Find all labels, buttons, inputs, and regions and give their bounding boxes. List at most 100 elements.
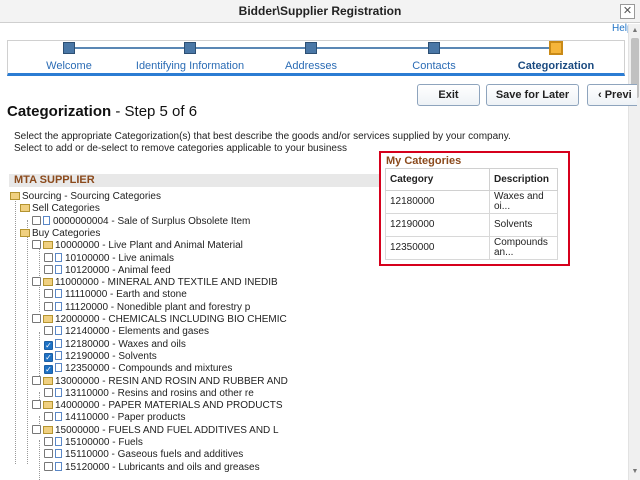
column-header-description: Description <box>489 168 558 191</box>
step-welcome[interactable]: Welcome <box>46 60 92 72</box>
tree-item-label: 10120000 - Animal feed <box>65 264 171 276</box>
previous-button[interactable]: ‹ Previ <box>587 84 637 106</box>
step-addresses[interactable]: Addresses <box>285 60 337 72</box>
checkbox[interactable] <box>32 424 41 434</box>
instruction-line-1: Select the appropriate Categorization(s)… <box>14 131 511 142</box>
tree-item[interactable]: 11000000 - MINERAL AND TEXTILE AND INEDI… <box>32 277 278 289</box>
folder-icon <box>43 376 53 385</box>
tree-item[interactable]: 10120000 - Animal feed <box>44 264 171 277</box>
tree-item[interactable]: Sourcing - Sourcing Categories <box>10 191 161 203</box>
category-description: Compounds an... <box>489 236 558 260</box>
document-icon <box>55 350 62 360</box>
tree-item[interactable]: 12000000 - CHEMICALS INCLUDING BIO CHEMI… <box>32 314 287 326</box>
my-categories-table: Category Description 12180000 Waxes and … <box>385 168 558 260</box>
tree-item-label: 12000000 - CHEMICALS INCLUDING BIO CHEMI… <box>55 314 287 325</box>
step-node-identifying-information[interactable] <box>184 42 196 54</box>
checkbox[interactable] <box>44 301 53 311</box>
tree-item[interactable]: 15100000 - Fuels <box>44 437 143 449</box>
tree-item[interactable]: Sell Categories <box>20 203 100 215</box>
step-node-contacts[interactable] <box>428 42 440 54</box>
tree-item[interactable]: 12140000 - Elements and gases <box>44 326 209 338</box>
tree-item[interactable]: 11120000 - Nonedible plant and forestry … <box>44 301 250 314</box>
tree-item-label: 15120000 - Lubricants and oils and greas… <box>65 461 260 473</box>
step-identifying-information[interactable]: Identifying Information <box>136 60 244 72</box>
step-node-categorization <box>549 41 563 55</box>
document-icon <box>43 215 50 225</box>
checkbox[interactable] <box>32 314 41 323</box>
folder-icon <box>43 315 53 323</box>
checkbox[interactable] <box>32 277 41 287</box>
category-description: Solvents <box>489 213 558 237</box>
tree-guide-line <box>39 248 40 276</box>
tree-guide-line <box>39 440 40 480</box>
tree-item[interactable]: 10100000 - Live animals <box>44 252 174 265</box>
checkbox[interactable] <box>32 375 41 385</box>
scroll-down-icon[interactable]: ▼ <box>629 466 640 478</box>
checkbox[interactable] <box>32 240 41 250</box>
tree-item[interactable]: 15000000 - FUELS AND FUEL ADDITIVES AND … <box>32 424 279 437</box>
checkbox[interactable] <box>44 437 53 446</box>
checkbox[interactable] <box>44 289 53 299</box>
save-for-later-button[interactable]: Save for Later <box>486 84 579 106</box>
tree-item[interactable]: 15120000 - Lubricants and oils and greas… <box>44 461 260 474</box>
checkbox-checked[interactable]: ✓ <box>44 352 53 362</box>
step-train: Welcome Identifying Information Addresse… <box>7 40 625 76</box>
step-categorization: Categorization <box>517 60 595 72</box>
tree-item[interactable]: ✓ 12350000 - Compounds and mixtures <box>44 363 232 375</box>
tree-guide-line <box>27 220 28 464</box>
tree-item[interactable]: 13000000 - RESIN AND ROSIN AND RUBBER AN… <box>32 375 288 388</box>
folder-icon <box>43 401 53 410</box>
tree-item-label: 10100000 - Live animals <box>65 252 174 264</box>
exit-button[interactable]: Exit <box>417 84 480 106</box>
document-icon <box>55 301 62 311</box>
checkbox[interactable] <box>44 326 53 336</box>
tree-item[interactable]: ✓ 12190000 - Solvents <box>44 350 157 363</box>
tree-item[interactable]: 11110000 - Earth and stone <box>44 289 187 301</box>
step-node-welcome[interactable] <box>63 42 75 54</box>
tree-item-label: 15110000 - Gaseous fuels and additives <box>65 449 244 461</box>
window-title: Bidder\Supplier Registration <box>238 4 402 18</box>
checkbox[interactable] <box>44 387 53 397</box>
tree-item-label: 10000000 - Live Plant and Animal Materia… <box>55 240 243 252</box>
checkbox[interactable] <box>44 412 53 422</box>
tree-item-label: 13110000 - Resins and rosins and other r… <box>65 387 254 399</box>
tree-item-label: 12190000 - Solvents <box>65 350 157 362</box>
tree-item[interactable]: 15110000 - Gaseous fuels and additives <box>44 449 243 461</box>
category-tree: Sourcing - Sourcing Categories Sell Categ… <box>0 190 380 480</box>
step-node-addresses[interactable] <box>305 42 317 54</box>
document-icon <box>55 289 62 299</box>
checkbox[interactable] <box>32 215 41 225</box>
checkbox-checked[interactable]: ✓ <box>44 365 53 375</box>
checkbox[interactable] <box>44 449 53 459</box>
tree-item[interactable]: 10000000 - Live Plant and Animal Materia… <box>32 240 243 252</box>
tree-item[interactable]: ✓ 12180000 - Waxes and oils <box>44 338 186 351</box>
scroll-up-icon[interactable]: ▲ <box>629 25 640 37</box>
close-icon[interactable]: ✕ <box>620 4 635 19</box>
tree-item-label: 12350000 - Compounds and mixtures <box>65 363 233 375</box>
category-code: 12350000 <box>385 236 490 260</box>
tree-item-label: 14110000 - Paper products <box>65 412 186 424</box>
tree-item[interactable]: Buy Categories <box>20 228 100 240</box>
step-contacts[interactable]: Contacts <box>412 60 455 72</box>
tree-item-label: 12180000 - Waxes and oils <box>65 338 186 350</box>
checkbox[interactable] <box>44 461 53 471</box>
checkbox[interactable] <box>44 264 53 274</box>
page-title: Categorization - Step 5 of 6 <box>7 103 197 120</box>
tree-item[interactable]: 14000000 - PAPER MATERIALS AND PRODUCTS <box>32 400 283 412</box>
folder-icon <box>20 228 30 237</box>
folder-icon <box>10 192 20 200</box>
table-row: 12190000 Solvents <box>385 213 558 237</box>
tree-item-label: 14000000 - PAPER MATERIALS AND PRODUCTS <box>55 400 283 412</box>
table-row: 12350000 Compounds an... <box>385 236 558 260</box>
tree-item[interactable]: 13110000 - Resins and rosins and other r… <box>44 387 254 400</box>
checkbox[interactable] <box>44 252 53 262</box>
tree-item-label: Sourcing - Sourcing Categories <box>22 191 161 202</box>
tree-item[interactable]: 0000000004 - Sale of Surplus Obsolete It… <box>32 215 250 228</box>
tree-item[interactable]: 14110000 - Paper products <box>44 412 185 424</box>
checkbox-checked[interactable]: ✓ <box>44 340 53 350</box>
folder-icon <box>43 425 53 434</box>
checkbox[interactable] <box>32 400 41 410</box>
folder-icon <box>43 278 53 287</box>
my-categories-panel: My Categories Category Description 12180… <box>379 151 570 266</box>
page-step: - Step 5 of 6 <box>111 103 198 120</box>
